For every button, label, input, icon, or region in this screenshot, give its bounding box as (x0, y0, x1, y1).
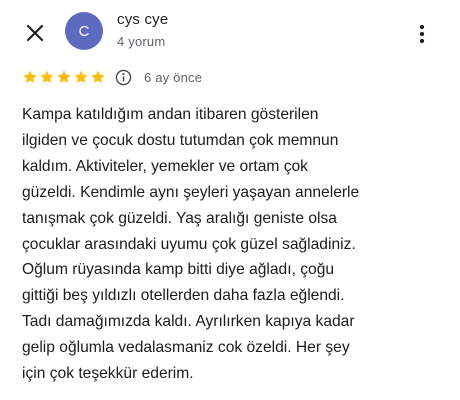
user-review-count: 4 yorum (117, 34, 166, 49)
more-options-button[interactable] (408, 20, 436, 48)
avatar[interactable]: C (65, 12, 103, 50)
review-date: 6 ay önce (144, 69, 203, 85)
info-icon[interactable] (115, 69, 132, 86)
avatar-letter: C (78, 22, 90, 40)
star-icon (74, 70, 88, 83)
review-text: Kampa katıldığım andan itibaren gösteril… (22, 106, 360, 383)
user-name[interactable]: cys cye (117, 11, 168, 28)
close-button[interactable] (22, 20, 48, 46)
star-icon (23, 70, 37, 83)
star-rating (22, 69, 106, 85)
star-icon (57, 70, 71, 83)
star-icon (40, 70, 54, 83)
rating-row: 6 ay önce (22, 67, 202, 87)
more-vert-icon (419, 24, 425, 44)
review-header: C cys cye 4 yorum (0, 0, 460, 64)
star-icon (91, 70, 105, 83)
close-icon (26, 24, 44, 42)
